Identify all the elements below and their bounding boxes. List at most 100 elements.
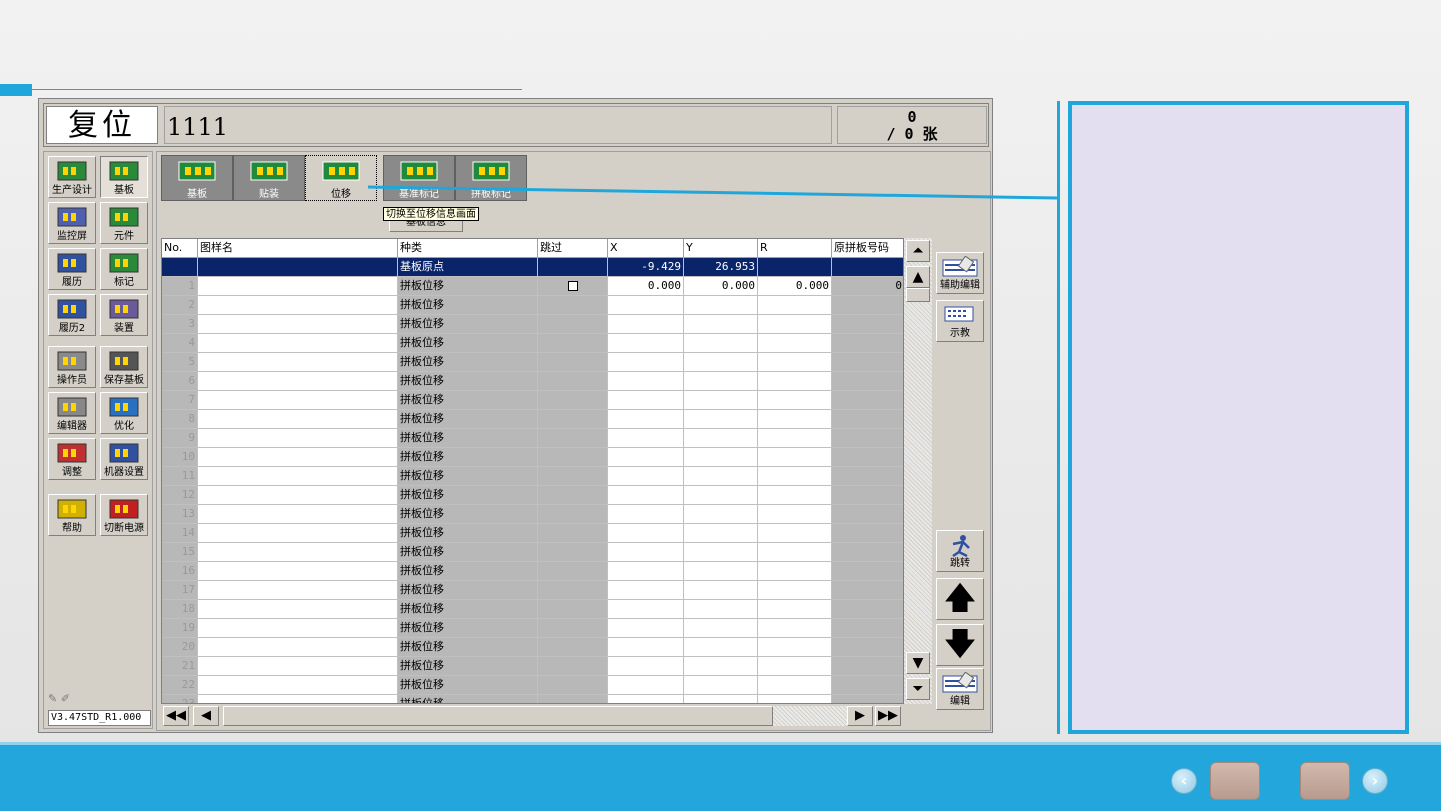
pen-eraser-icon: ✎ ✐ [48, 692, 70, 705]
table-row[interactable]: 7 拼板位移 [162, 391, 903, 410]
cell-col-7 [758, 486, 832, 505]
teach-button[interactable]: 示教 [936, 300, 984, 342]
cell-col-4 [538, 581, 608, 600]
scroll-up-icon[interactable]: ▲ [906, 266, 930, 288]
assist-edit-button[interactable]: 辅助编辑 [936, 252, 984, 294]
sidebar-item-6[interactable]: 标记 [100, 248, 148, 290]
sidebar-item-4[interactable]: 元件 [100, 202, 148, 244]
scroll-last-icon[interactable]: ▶▶ [875, 706, 901, 726]
next-page-button[interactable] [1300, 762, 1350, 800]
table-row[interactable]: 23 拼板位移 [162, 695, 903, 703]
tab-2[interactable]: 贴装 [233, 155, 305, 201]
h-scroll-thumb[interactable] [223, 706, 773, 726]
board-total: / 0 张 [886, 125, 938, 143]
cell-col-8 [832, 372, 903, 391]
table-row[interactable]: 18 拼板位移 [162, 600, 903, 619]
tab-icon [250, 161, 288, 181]
scroll-thumb[interactable] [906, 288, 930, 302]
next-page-icon[interactable]: › [1362, 768, 1388, 794]
table-row[interactable]: 17 拼板位移 [162, 581, 903, 600]
cell-col-4 [538, 296, 608, 315]
vertical-scrollbar[interactable]: ⏶ ▲ ▼ ⏷ [904, 238, 932, 704]
scroll-first-icon[interactable]: ◀◀ [163, 706, 189, 726]
sidebar-item-11[interactable]: 编辑器 [48, 392, 96, 434]
sidebar-item-14[interactable]: 机器设置 [100, 438, 148, 480]
cell-col-1: 15 [162, 543, 198, 562]
table-row[interactable]: 10 拼板位移 [162, 448, 903, 467]
table-row[interactable]: 8 拼板位移 [162, 410, 903, 429]
cell-col-6 [684, 676, 758, 695]
cell-col-3: 拼板位移 [398, 562, 538, 581]
sidebar-item-2[interactable]: 基板 [100, 156, 148, 198]
cell-col-4 [538, 638, 608, 657]
prev-page-icon[interactable]: ‹ [1171, 768, 1197, 794]
table-row[interactable]: 5 拼板位移 [162, 353, 903, 372]
sidebar-item-15[interactable]: 帮助 [48, 494, 96, 536]
table-row[interactable]: 2 拼板位移 [162, 296, 903, 315]
cell-col-2 [198, 600, 398, 619]
table-row[interactable]: 22 拼板位移 [162, 676, 903, 695]
cell-col-7 [758, 657, 832, 676]
tab-3[interactable]: 位移 [305, 155, 377, 201]
scroll-right-icon[interactable]: ▶ [847, 706, 873, 726]
table-row[interactable]: 14 拼板位移 [162, 524, 903, 543]
cell-col-2 [198, 296, 398, 315]
sidebar-item-12[interactable]: 优化 [100, 392, 148, 434]
scroll-bottom-icon[interactable]: ⏷ [906, 678, 930, 700]
cell-col-2 [198, 467, 398, 486]
tab-5[interactable]: 拼板标记 [455, 155, 527, 201]
cell-col-7 [758, 410, 832, 429]
move-up-button[interactable]: 🡅 [936, 578, 984, 620]
sidebar-item-8[interactable]: 装置 [100, 294, 148, 336]
table-row-origin[interactable]: 基板原点 -9.429 26.953 [162, 258, 903, 277]
table-row[interactable]: 4 拼板位移 [162, 334, 903, 353]
sidebar-item-5[interactable]: 履历 [48, 248, 96, 290]
sidebar-item-10[interactable]: 保存基板 [100, 346, 148, 388]
table-row[interactable]: 9 拼板位移 [162, 429, 903, 448]
table-row[interactable]: 1 拼板位移 0.000 0.000 0.000 0 [162, 277, 903, 296]
table-row[interactable]: 12 拼板位移 [162, 486, 903, 505]
machine-settings-icon [109, 443, 139, 463]
h-scroll-track[interactable] [773, 706, 851, 726]
move-down-button[interactable]: 🡇 [936, 624, 984, 666]
cell-col-7 [758, 695, 832, 703]
cell-col-4 [538, 467, 608, 486]
cell-col-2 [198, 562, 398, 581]
scroll-down-icon[interactable]: ▼ [906, 652, 930, 674]
table-row[interactable]: 6 拼板位移 [162, 372, 903, 391]
skip-checkbox[interactable] [567, 281, 578, 291]
cell-col-6 [684, 486, 758, 505]
cell-col-6 [684, 429, 758, 448]
table-row[interactable]: 11 拼板位移 [162, 467, 903, 486]
cell-col-6 [684, 391, 758, 410]
cell-col-2 [198, 543, 398, 562]
sidebar-item-label: 调整 [62, 467, 82, 478]
cell-col-7 [758, 676, 832, 695]
table-row[interactable]: 3 拼板位移 [162, 315, 903, 334]
sidebar-item-7[interactable]: 履历2 [48, 294, 96, 336]
table-row[interactable]: 20 拼板位移 [162, 638, 903, 657]
sidebar-item-13[interactable]: 调整 [48, 438, 96, 480]
sidebar-item-1[interactable]: 生产设计 [48, 156, 96, 198]
table-row[interactable]: 19 拼板位移 [162, 619, 903, 638]
horizontal-scrollbar[interactable]: ◀◀ ◀ ▶ ▶▶ [161, 704, 904, 728]
scroll-top-icon[interactable]: ⏶ [906, 240, 930, 262]
sidebar-item-16[interactable]: 切断电源 [100, 494, 148, 536]
cell-col-8 [832, 638, 903, 657]
table-row[interactable]: 15 拼板位移 [162, 543, 903, 562]
table-row[interactable]: 13 拼板位移 [162, 505, 903, 524]
jump-button[interactable]: 跳转 [936, 530, 984, 572]
scroll-left-icon[interactable]: ◀ [193, 706, 219, 726]
tab-4[interactable]: 基准标记 [383, 155, 455, 201]
table-header-row[interactable]: No. 图样名 种类 跳过 X Y R 原拼板号码 [162, 239, 903, 258]
prev-page-button[interactable] [1210, 762, 1260, 800]
table-row[interactable]: 21 拼板位移 [162, 657, 903, 676]
cell-col-7 [758, 638, 832, 657]
table-row[interactable]: 16 拼板位移 [162, 562, 903, 581]
edit-button[interactable]: 编辑 [936, 668, 984, 710]
sidebar-item-9[interactable]: 操作员 [48, 346, 96, 388]
sidebar-item-3[interactable]: 监控屏 [48, 202, 96, 244]
cell-col-8 [832, 296, 903, 315]
tab-1[interactable]: 基板 [161, 155, 233, 201]
cell-col-5 [608, 695, 684, 703]
